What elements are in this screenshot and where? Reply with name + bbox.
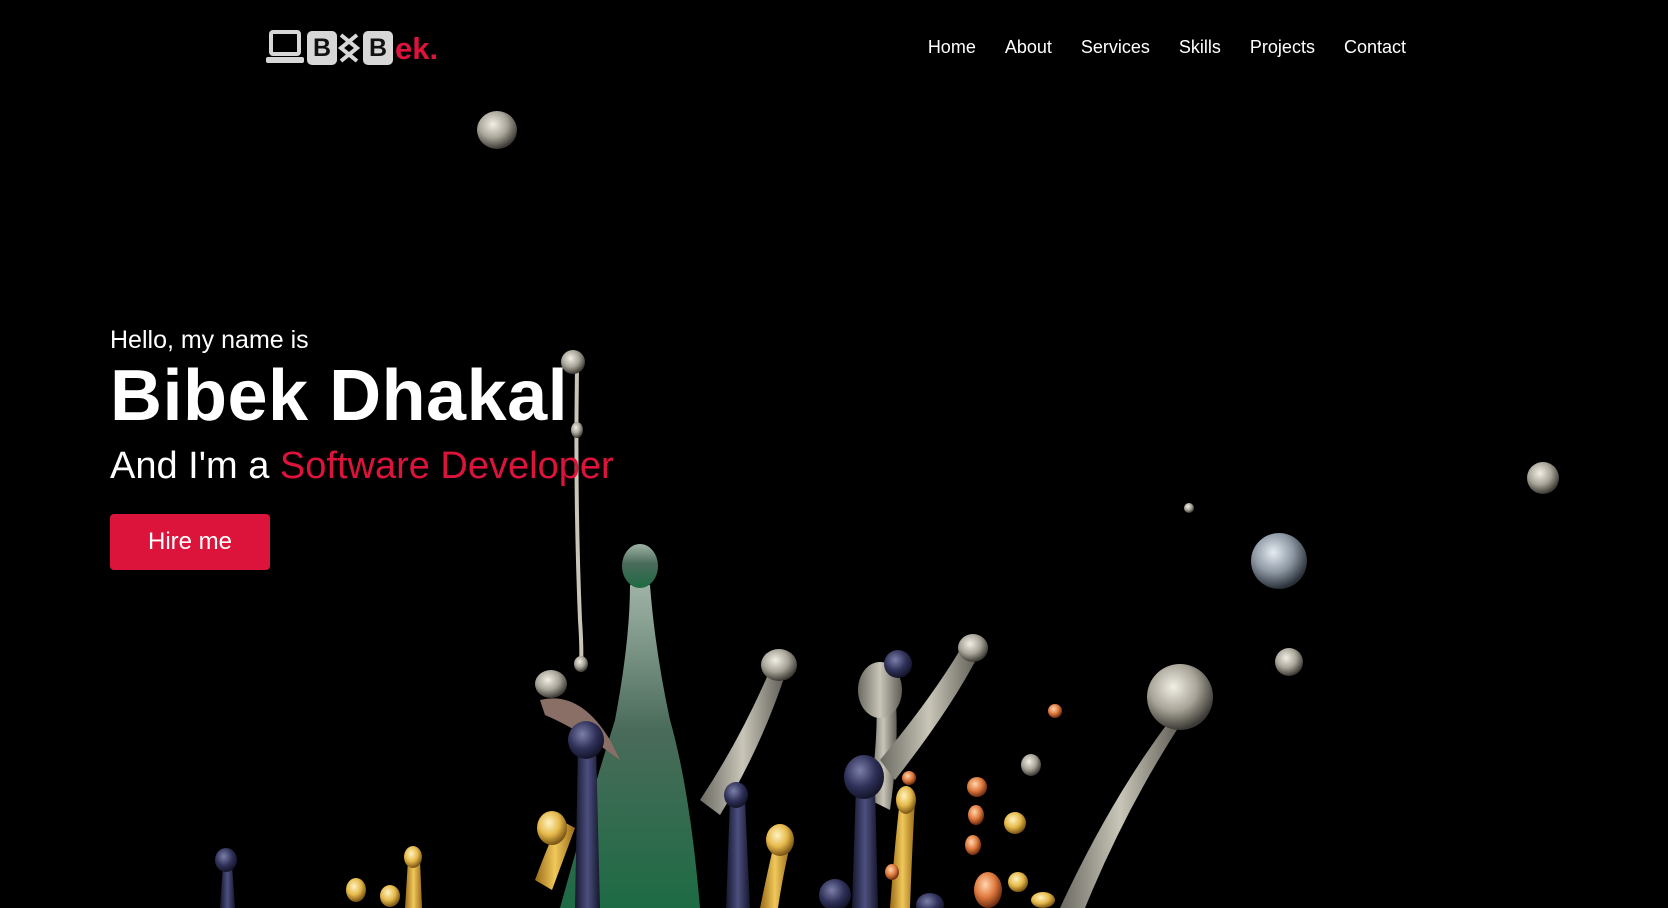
hero-section: B B ek. Home About Services Skills Proje… [0,0,1668,908]
nav-link-projects[interactable]: Projects [1250,37,1315,58]
logo-letter-box: B [363,31,393,65]
nav-link-contact[interactable]: Contact [1344,37,1406,58]
nav-item-projects: Projects [1250,37,1315,58]
nav-item-skills: Skills [1179,37,1221,58]
hero-role-prefix: And I'm a [110,444,270,487]
nav-link-about[interactable]: About [1005,37,1052,58]
nav-menu: Home About Services Skills Projects Cont… [899,37,1406,58]
hero-role: And I'm a Software Developer [110,445,614,488]
navbar: B B ek. Home About Services Skills Proje… [0,0,1668,98]
nav-item-contact: Contact [1344,37,1406,58]
nav-link-home[interactable]: Home [928,37,976,58]
logo-text: ek. [395,30,439,66]
nav-item-about: About [1005,37,1052,58]
nav-link-skills[interactable]: Skills [1179,37,1221,58]
hire-me-button[interactable]: Hire me [110,513,271,570]
hero-role-highlight: Software Developer [279,444,614,487]
hero-name: Bibek Dhakal [110,356,569,436]
logo-letter-box: B [307,31,337,65]
nav-item-services: Services [1081,37,1150,58]
hero-intro: Hello, my name is Bibek Dhakal And I'm a… [110,326,614,570]
hero-greeting: Hello, my name is [110,326,309,354]
code-bracket-icon [337,33,361,63]
brand-logo[interactable]: B B ek. [265,28,438,68]
laptop-icon [266,30,304,63]
nav-item-home: Home [928,37,976,58]
nav-link-services[interactable]: Services [1081,37,1150,58]
